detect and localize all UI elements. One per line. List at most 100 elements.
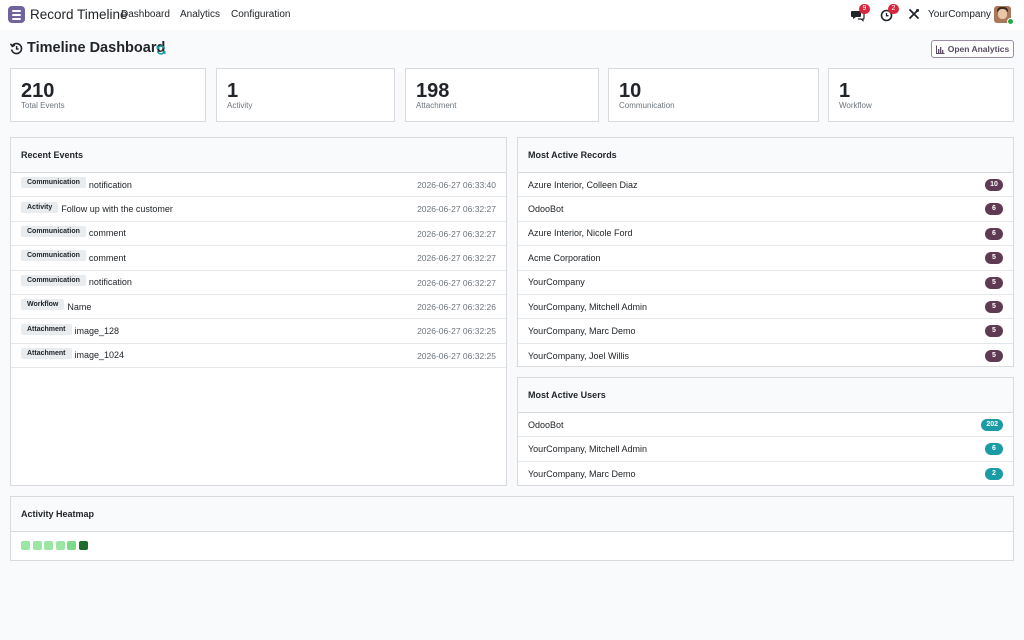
user-status-indicator — [1007, 18, 1014, 25]
event-row[interactable]: Activity Follow up with the customer 202… — [11, 197, 506, 222]
event-row[interactable]: Communication notification 2026-06-27 06… — [11, 271, 506, 295]
most-active-users-panel: Most Active Users OdooBot 202 YourCompany… — [517, 377, 1014, 486]
event-name: image_1024 — [74, 350, 125, 361]
bar-chart-icon — [935, 45, 945, 54]
event-time: 2026-06-27 06:32:27 — [417, 277, 496, 288]
event-time: 2026-06-27 06:33:40 — [417, 180, 496, 190]
event-type-badge: Communication — [21, 177, 86, 189]
stat-value: 1 — [227, 80, 239, 102]
record-row[interactable]: YourCompany, Marc Demo 5 — [518, 319, 1013, 344]
most-active-records-title: Most Active Records — [518, 138, 1013, 173]
record-row[interactable]: YourCompany, Mitchell Admin 5 — [518, 295, 1013, 320]
stat-label: Communication — [619, 101, 675, 110]
event-type-badge: Activity — [21, 201, 59, 213]
most-active-records-panel: Most Active Records Azure Interior, Coll… — [517, 137, 1014, 367]
event-type-badge: Communication — [21, 225, 86, 237]
record-name: Azure Interior, Nicole Ford — [528, 228, 633, 239]
stat-label: Activity — [227, 101, 253, 110]
event-time: 2026-06-27 06:32:27 — [417, 228, 496, 239]
record-count-badge: 6 — [985, 227, 1003, 240]
debug-tools-icon[interactable] — [908, 8, 922, 22]
record-row[interactable]: OdooBot 6 — [518, 197, 1013, 222]
event-row[interactable]: Attachment image_128 2026-06-27 06:32:25 — [11, 319, 506, 344]
record-count-badge: 5 — [985, 252, 1003, 265]
event-time: 2026-06-27 06:32:25 — [417, 350, 496, 361]
user-count-badge: 202 — [981, 419, 1003, 431]
most-active-users-title: Most Active Users — [518, 378, 1013, 413]
activity-heatmap-title: Activity Heatmap — [11, 497, 1013, 532]
app-name[interactable]: Record Timeline — [30, 7, 128, 22]
activity-heatmap-panel: Activity Heatmap — [10, 496, 1014, 561]
stat-value: 210 — [21, 80, 55, 102]
stat-label: Attachment — [416, 101, 457, 110]
record-row[interactable]: YourCompany, Joel Willis 5 — [518, 344, 1013, 368]
stat-value: 1 — [839, 80, 851, 102]
activities-badge: 2 — [888, 4, 899, 14]
heatmap-cell[interactable] — [21, 541, 30, 550]
user-row[interactable]: YourCompany, Marc Demo 2 — [518, 462, 1013, 486]
open-analytics-label: Open Analytics — [947, 44, 1010, 54]
stat-card-workflow: 1 Workflow — [828, 68, 1014, 122]
record-count-badge: 5 — [985, 276, 1003, 289]
user-row[interactable]: OdooBot 202 — [518, 413, 1013, 438]
event-row[interactable]: Attachment image_1024 2026-06-27 06:32:2… — [11, 344, 506, 369]
user-name: OdooBot — [528, 419, 564, 430]
heatmap-cell[interactable] — [67, 541, 76, 550]
event-row[interactable]: Workflow Name 2026-06-27 06:32:26 — [11, 295, 506, 320]
record-count-badge: 6 — [985, 203, 1003, 216]
messages-icon[interactable]: 9 — [851, 4, 870, 22]
record-count-badge: 5 — [985, 349, 1003, 362]
menu-dashboard[interactable]: Dashboard — [121, 9, 170, 20]
event-name: notification — [88, 277, 132, 288]
event-name: image_128 — [74, 326, 120, 337]
record-name: Acme Corporation — [528, 252, 601, 263]
record-name: Azure Interior, Colleen Diaz — [528, 179, 638, 190]
app-menu-icon[interactable] — [8, 6, 25, 23]
event-row[interactable]: Communication comment 2026-06-27 06:32:2… — [11, 246, 506, 271]
stat-card-activity: 1 Activity — [216, 68, 395, 122]
heatmap-cell[interactable] — [78, 541, 88, 550]
record-row[interactable]: Azure Interior, Nicole Ford 6 — [518, 222, 1013, 247]
event-type-badge: Attachment — [21, 323, 72, 335]
stat-card-attachment: 198 Attachment — [405, 68, 599, 122]
heatmap-cell[interactable] — [44, 541, 53, 550]
event-type-badge: Communication — [21, 274, 86, 286]
user-row[interactable]: YourCompany, Mitchell Admin 6 — [518, 437, 1013, 462]
event-row[interactable]: Communication notification 2026-06-27 06… — [11, 173, 506, 198]
event-type-badge: Attachment — [21, 347, 72, 359]
stat-value: 198 — [416, 80, 450, 102]
open-analytics-button[interactable]: Open Analytics — [931, 40, 1014, 58]
event-name: Follow up with the customer — [61, 204, 173, 215]
record-count-badge: 5 — [985, 300, 1003, 313]
stat-card-communication: 10 Communication — [608, 68, 819, 122]
heatmap-cell[interactable] — [32, 541, 42, 550]
record-name: YourCompany, Joel Willis — [528, 350, 630, 361]
refresh-icon[interactable] — [156, 43, 166, 55]
user-name: YourCompany, Mitchell Admin — [528, 444, 648, 455]
record-name: OdooBot — [528, 204, 564, 215]
recent-events-title: Recent Events — [11, 138, 506, 173]
history-icon — [9, 42, 23, 55]
event-time: 2026-06-27 06:32:27 — [417, 253, 496, 264]
menu-configuration[interactable]: Configuration — [231, 9, 290, 20]
event-row[interactable]: Communication comment 2026-06-27 06:32:2… — [11, 222, 506, 247]
stat-card-total-events: 210 Total Events — [10, 68, 206, 122]
record-row[interactable]: YourCompany 5 — [518, 271, 1013, 295]
top-navbar: Record Timeline Dashboard Analytics Conf… — [0, 0, 1024, 30]
event-type-badge: Workflow — [21, 299, 65, 311]
record-count-badge: 5 — [985, 325, 1003, 338]
user-count-badge: 2 — [985, 467, 1003, 480]
menu-analytics[interactable]: Analytics — [180, 9, 220, 20]
recent-events-panel: Recent Events Communication notification… — [10, 137, 507, 486]
heatmap-cell[interactable] — [55, 541, 65, 550]
record-name: YourCompany — [528, 277, 585, 288]
event-time: 2026-06-27 06:32:26 — [417, 301, 496, 312]
event-time: 2026-06-27 06:32:27 — [417, 204, 496, 215]
record-row[interactable]: Azure Interior, Colleen Diaz 10 — [518, 173, 1013, 198]
activities-clock-icon[interactable]: 2 — [880, 4, 899, 22]
event-name: notification — [88, 179, 132, 190]
event-name: comment — [88, 252, 126, 263]
messages-badge: 9 — [859, 4, 870, 14]
record-row[interactable]: Acme Corporation 5 — [518, 246, 1013, 271]
company-switcher[interactable]: YourCompany — [928, 9, 991, 20]
